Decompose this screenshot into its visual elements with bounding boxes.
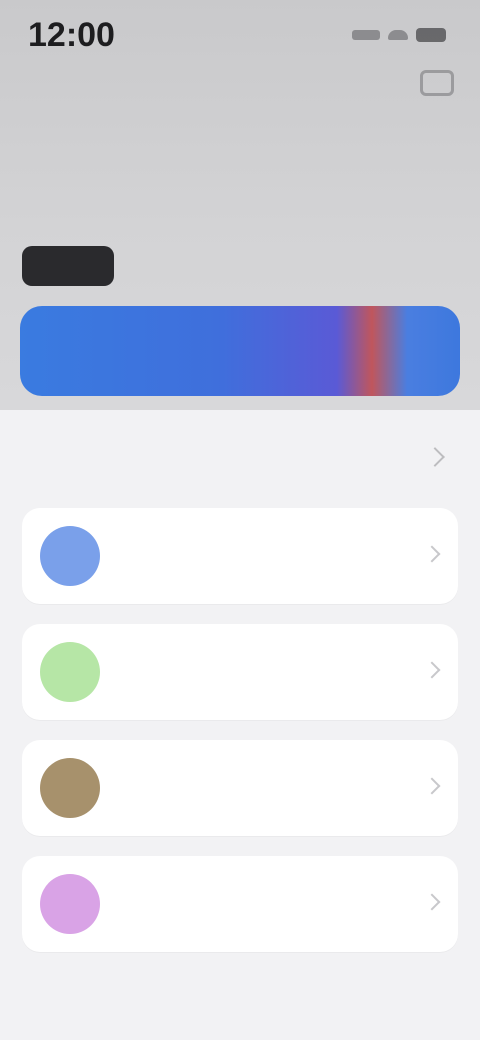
purple-circle-icon [40,874,100,934]
chevron-right-icon [423,893,441,911]
list-item[interactable] [22,856,458,952]
blue-circle-icon [40,526,100,586]
list-item[interactable] [22,624,458,720]
chevron-right-icon [423,545,441,563]
green-circle-icon [40,642,100,702]
status-icons [352,28,446,42]
list-item[interactable] [22,508,458,604]
section-header[interactable] [20,440,460,476]
page-title [22,62,172,104]
battery-icon [416,28,446,42]
chip-note [126,258,386,278]
chevron-right-icon [423,777,441,795]
wifi-icon [388,30,408,40]
chevron-right-icon [423,661,441,679]
status-time: 12:00 [28,16,115,54]
brown-circle-icon [40,758,100,818]
banner-card[interactable] [20,306,460,396]
tagline [22,176,282,198]
chevron-right-icon [425,447,445,467]
chip-button[interactable] [22,246,114,286]
list-item[interactable] [22,740,458,836]
edit-icon[interactable] [420,70,454,96]
status-bar: 12:00 [0,18,480,54]
subtitle [22,122,222,154]
signal-icon [352,30,380,40]
